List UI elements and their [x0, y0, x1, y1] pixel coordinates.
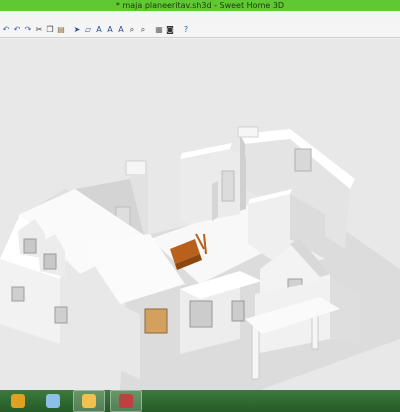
window-left-side — [144, 308, 168, 334]
zoom-out-icon[interactable]: ⌕ — [138, 24, 148, 36]
toolbar-separator — [67, 24, 71, 36]
door-interior — [221, 170, 235, 202]
open-icon[interactable]: ↶ — [1, 24, 11, 36]
app-icon — [82, 394, 96, 408]
create-walls-icon[interactable]: ▱ — [83, 24, 93, 36]
taskbar-phone-icon[interactable] — [38, 391, 68, 411]
window-dormer-2 — [43, 253, 57, 270]
3d-view[interactable] — [0, 39, 400, 390]
interior-wall-mid2 — [240, 157, 246, 211]
toolbar: ↶ ↶ ↷ ✂ ❐ ▤ ➤ ▱ A A A ⌕ ⌕ ▦ ◙? — [0, 22, 400, 38]
window-front-center — [189, 300, 213, 328]
copy-icon[interactable]: ❐ — [45, 24, 55, 36]
window-left-low-1 — [11, 286, 25, 302]
taskbar-app-icon[interactable] — [110, 390, 142, 412]
taskbar-paint-icon[interactable] — [73, 390, 105, 412]
app-icon — [46, 394, 60, 408]
chimney-right — [237, 126, 259, 138]
undo-icon[interactable]: ↶ — [12, 24, 22, 36]
redo-icon[interactable]: ↷ — [23, 24, 33, 36]
app-icon — [119, 394, 133, 408]
select-icon[interactable]: ➤ — [72, 24, 82, 36]
window-front-center-2 — [231, 300, 245, 322]
window-left-low-2 — [54, 306, 68, 324]
interior-wall-mid — [212, 181, 218, 221]
chimney-left — [125, 160, 147, 176]
plan-lock-icon[interactable]: ▦ — [154, 24, 164, 36]
add-text-icon[interactable]: A — [116, 24, 126, 36]
create-photo-icon[interactable]: ◙ — [165, 24, 175, 36]
taskbar-sweethome-icon[interactable] — [3, 391, 33, 411]
window-back-right — [294, 148, 312, 172]
window-dormer-1 — [23, 238, 37, 254]
window-title: * maja planeeritav.sh3d - Sweet Home 3D — [115, 1, 285, 10]
app-icon — [11, 394, 25, 408]
cut-icon[interactable]: ✂ — [34, 24, 44, 36]
porch-column-1 — [251, 323, 260, 380]
zoom-in-icon[interactable]: ⌕ — [127, 24, 137, 36]
toolbar-separator — [176, 24, 180, 36]
create-dimensions-icon[interactable]: A — [105, 24, 115, 36]
title-bar: * maja planeeritav.sh3d - Sweet Home 3D — [0, 0, 400, 11]
create-rooms-icon[interactable]: A — [94, 24, 104, 36]
toolbar-separator — [149, 24, 153, 36]
taskbar — [0, 390, 400, 412]
paste-icon[interactable]: ▤ — [56, 24, 66, 36]
help-icon[interactable]: ? — [181, 24, 191, 36]
